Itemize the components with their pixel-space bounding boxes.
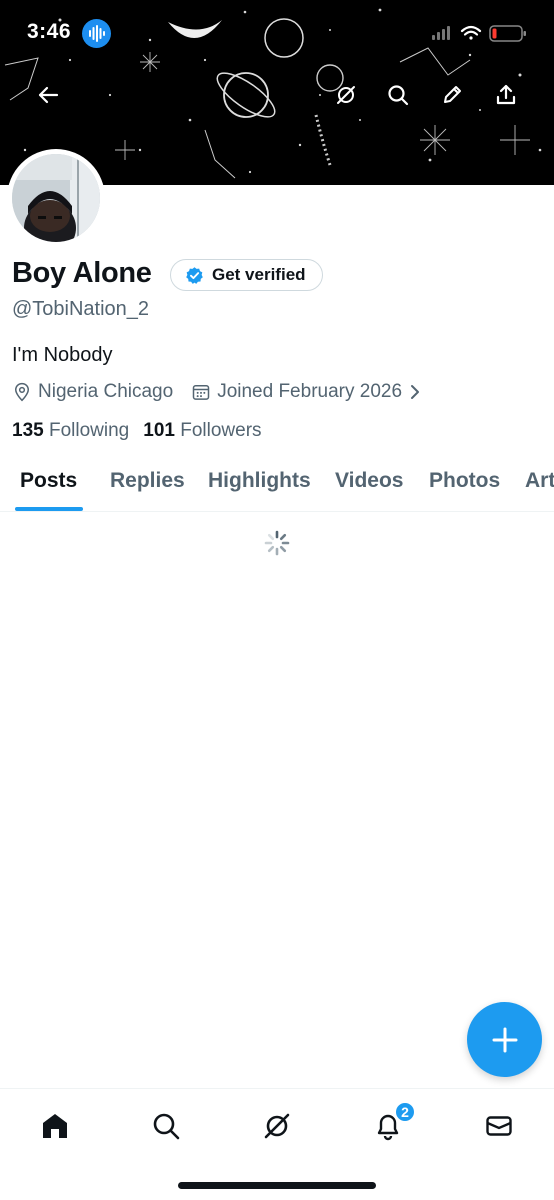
notification-badge: 2 xyxy=(394,1101,416,1123)
grok-icon xyxy=(337,86,355,104)
display-name: Boy Alone xyxy=(12,257,152,289)
followers-label: Followers xyxy=(180,420,262,441)
back-button[interactable] xyxy=(31,78,65,112)
voice-activity-icon xyxy=(82,19,111,48)
profile-tabs: Posts Replies Highlights Videos Photos A… xyxy=(0,454,554,512)
plus-icon xyxy=(492,1027,517,1052)
nav-messages[interactable] xyxy=(479,1106,519,1146)
loading-spinner-icon xyxy=(264,530,290,556)
location-text: Nigeria Chicago xyxy=(38,381,174,402)
cellular-signal-icon xyxy=(432,26,450,40)
bio: I'm Nobody xyxy=(12,344,113,366)
edit-profile-button[interactable] xyxy=(435,78,469,112)
verified-badge-icon xyxy=(186,266,203,284)
location-pin-icon xyxy=(14,382,30,402)
tab-photos[interactable]: Photos xyxy=(429,469,500,493)
nav-search[interactable] xyxy=(146,1106,186,1146)
grok-button[interactable] xyxy=(329,78,363,112)
search-icon xyxy=(153,1113,180,1140)
arrow-left-icon xyxy=(38,86,59,104)
following-label: Following xyxy=(48,420,130,441)
avatar-photo xyxy=(12,154,100,242)
following-count: 135 xyxy=(12,420,44,441)
chevron-right-icon xyxy=(411,385,420,399)
user-handle: @TobiNation_2 xyxy=(12,298,150,320)
nav-home[interactable] xyxy=(35,1106,75,1146)
tab-videos[interactable]: Videos xyxy=(335,469,403,493)
tab-posts[interactable]: Posts xyxy=(20,469,77,493)
joined-text: Joined February 2026 xyxy=(217,381,403,402)
tab-articles[interactable]: Articles xyxy=(525,469,554,493)
profile-meta: Nigeria Chicago Joined February 2026 xyxy=(12,380,440,404)
compose-post-button[interactable] xyxy=(467,1002,542,1077)
battery-low-icon xyxy=(489,25,526,42)
followers-link[interactable]: 101 Followers xyxy=(143,420,261,442)
home-indicator xyxy=(178,1182,376,1189)
home-icon xyxy=(43,1114,67,1138)
banner-action-bar xyxy=(0,78,554,114)
active-tab-indicator xyxy=(15,507,83,511)
get-verified-button[interactable]: Get verified xyxy=(170,259,323,291)
grok-icon xyxy=(264,1113,290,1139)
mail-icon xyxy=(486,1116,512,1136)
tab-replies[interactable]: Replies xyxy=(110,469,185,493)
share-button[interactable] xyxy=(489,78,523,112)
pencil-icon xyxy=(444,86,461,103)
following-link[interactable]: 135 Following xyxy=(12,420,129,442)
avatar[interactable] xyxy=(7,149,105,247)
follow-stats: 135 Following 101 Followers xyxy=(12,420,262,442)
status-time: 3:46 xyxy=(27,20,72,43)
join-date[interactable]: Joined February 2026 xyxy=(191,381,422,403)
calendar-icon xyxy=(192,385,210,400)
search-icon xyxy=(388,85,409,106)
followers-count: 101 xyxy=(143,420,175,441)
search-profile-button[interactable] xyxy=(381,78,415,112)
status-bar: 3:46 xyxy=(0,0,554,66)
system-status-icons xyxy=(430,22,530,44)
wifi-icon xyxy=(460,25,482,40)
get-verified-label: Get verified xyxy=(212,265,306,284)
nav-grok[interactable] xyxy=(257,1106,297,1146)
share-icon xyxy=(496,84,516,105)
location: Nigeria Chicago xyxy=(12,381,173,403)
tab-highlights[interactable]: Highlights xyxy=(208,469,311,493)
